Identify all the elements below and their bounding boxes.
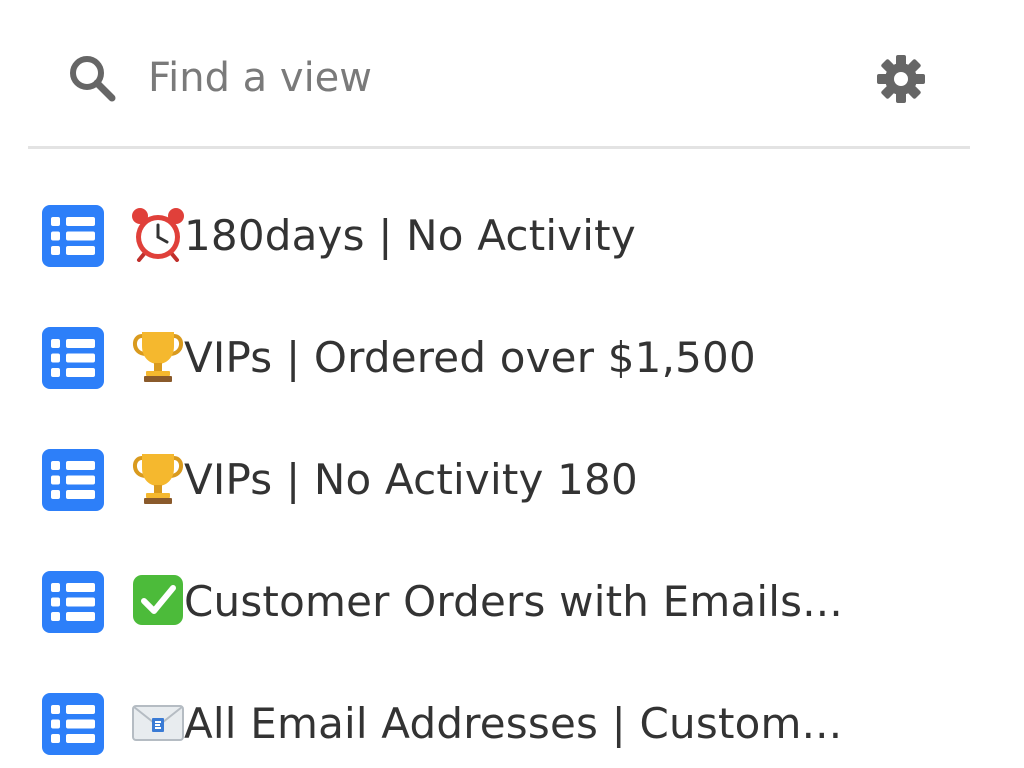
view-switcher-panel: 180days | No Activity VIPs | Ordered o (0, 0, 1024, 768)
view-label: VIPs | Ordered over $1,500 (184, 333, 756, 382)
view-item-customer-orders-with-emails[interactable]: Customer Orders with Emails... (0, 542, 1024, 664)
find-view-input[interactable] (148, 42, 768, 114)
grid-view-icon (42, 327, 104, 389)
grid-view-icon (42, 693, 104, 755)
alarm-clock-icon (132, 208, 184, 262)
view-label: Customer Orders with Emails... (184, 577, 843, 626)
grid-view-icon (42, 571, 104, 633)
check-mark-button-icon (133, 575, 183, 625)
gear-icon[interactable] (876, 54, 926, 104)
trophy-icon (133, 332, 183, 382)
view-item-vips-no-activity[interactable]: VIPs | No Activity 180 (0, 420, 1024, 542)
view-item-180days-no-activity[interactable]: 180days | No Activity (0, 176, 1024, 298)
view-item-all-email-addresses[interactable]: All Email Addresses | Custom... (0, 664, 1024, 768)
search-icon (70, 56, 116, 102)
view-label: All Email Addresses | Custom... (184, 699, 843, 748)
view-item-vips-ordered-over[interactable]: VIPs | Ordered over $1,500 (0, 298, 1024, 420)
grid-view-icon (42, 205, 104, 267)
view-search-bar (28, 0, 970, 149)
view-label: VIPs | No Activity 180 (184, 455, 638, 504)
view-list: 180days | No Activity VIPs | Ordered ove… (0, 176, 1024, 768)
trophy-icon (133, 454, 183, 504)
e-mail-icon (132, 705, 184, 741)
grid-view-icon (42, 449, 104, 511)
view-label: 180days | No Activity (184, 211, 636, 260)
